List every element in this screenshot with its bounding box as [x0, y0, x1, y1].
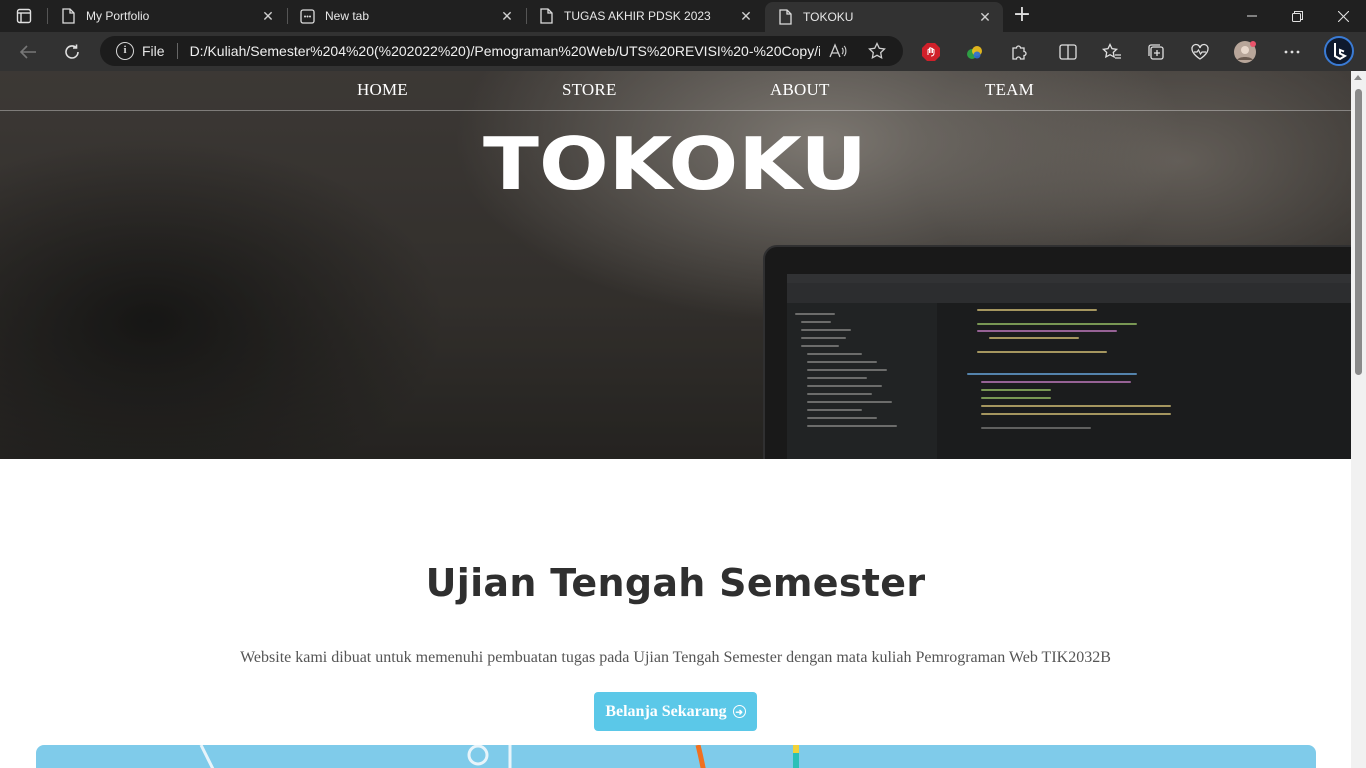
- tab-new-tab[interactable]: New tab ✕: [287, 0, 525, 32]
- tab-my-portfolio[interactable]: My Portfolio ✕: [48, 0, 286, 32]
- address-bar[interactable]: i File D:/Kuliah/Semester%204%20(%202022…: [100, 36, 903, 66]
- minimize-button[interactable]: [1229, 0, 1275, 32]
- page-description: Website kami dibuat untuk memenuhi pembu…: [240, 649, 1111, 666]
- close-tab-icon[interactable]: ✕: [499, 8, 515, 24]
- favorites-icon[interactable]: [1100, 40, 1124, 64]
- tab-tokoku[interactable]: TOKOKU ✕: [765, 2, 1003, 32]
- arrow-circle-right-icon: ➜: [732, 705, 746, 718]
- nav-team-link[interactable]: TEAM: [985, 80, 1034, 100]
- close-tab-icon[interactable]: ✕: [260, 8, 276, 24]
- shop-now-button[interactable]: Belanja Sekarang ➜: [594, 692, 757, 731]
- refresh-icon: [65, 44, 79, 59]
- back-arrow-icon: [19, 45, 36, 59]
- hero-banner: HOME STORE ABOUT TEAM TOKOKU: [0, 71, 1351, 459]
- page-scrollbar[interactable]: [1351, 71, 1366, 768]
- refresh-button[interactable]: [57, 37, 87, 67]
- tab-title: My Portfolio: [86, 9, 150, 23]
- tab-actions-button[interactable]: [8, 4, 40, 28]
- more-menu-icon[interactable]: [1280, 40, 1304, 64]
- read-aloud-icon[interactable]: [829, 42, 847, 60]
- extensions-puzzle-icon[interactable]: [1007, 40, 1031, 64]
- url-text[interactable]: D:/Kuliah/Semester%204%20(%202022%20)/Pe…: [190, 43, 820, 59]
- tokoku-logo: TOKOKU: [483, 123, 867, 203]
- tab-title: New tab: [325, 9, 370, 23]
- tab-actions-icon: [16, 8, 32, 24]
- tab-title: TUGAS AKHIR PDSK 2023: [564, 9, 711, 23]
- featured-image-strip: [36, 745, 1316, 768]
- address-divider: [176, 43, 178, 59]
- page-viewport: HOME STORE ABOUT TEAM TOKOKU Ujian Tenga…: [0, 71, 1351, 768]
- nav-store-link[interactable]: STORE: [562, 80, 617, 100]
- close-icon: [1337, 10, 1349, 22]
- nav-about-link[interactable]: ABOUT: [770, 80, 830, 100]
- illustration-image: [199, 745, 799, 768]
- new-tab-button[interactable]: +: [1010, 4, 1034, 28]
- page-headline: Ujian Tengah Semester: [425, 561, 926, 605]
- profile-avatar[interactable]: [1233, 40, 1257, 64]
- close-tab-icon[interactable]: ✕: [738, 8, 754, 24]
- browser-tab-bar: My Portfolio ✕ New tab ✕ TUGAS AKHIR PDS…: [0, 0, 1366, 32]
- site-navbar: HOME STORE ABOUT TEAM: [0, 71, 1351, 111]
- nav-home-link[interactable]: HOME: [357, 80, 408, 100]
- shop-now-label: Belanja Sekarang: [605, 702, 727, 720]
- browser-toolbar: i File D:/Kuliah/Semester%204%20(%202022…: [0, 32, 1366, 71]
- favorite-star-icon[interactable]: [868, 42, 886, 60]
- new-tab-page-icon: [299, 8, 315, 24]
- svg-text:TOKOKU: TOKOKU: [483, 123, 867, 203]
- collections-icon[interactable]: [1144, 40, 1168, 64]
- close-tab-icon[interactable]: ✕: [977, 9, 993, 25]
- page-icon: [60, 8, 76, 24]
- color-extension-icon[interactable]: [963, 40, 987, 64]
- tab-title: TOKOKU: [803, 10, 854, 24]
- site-info-icon[interactable]: i: [116, 42, 134, 60]
- close-window-button[interactable]: [1320, 0, 1366, 32]
- page-icon: [538, 8, 554, 24]
- minimize-icon: [1247, 15, 1257, 17]
- adblock-extension-icon[interactable]: [919, 40, 943, 64]
- restore-button[interactable]: [1274, 0, 1320, 32]
- tab-tugas-akhir[interactable]: TUGAS AKHIR PDSK 2023 ✕: [526, 0, 764, 32]
- browser-essentials-icon[interactable]: [1188, 40, 1212, 64]
- scheme-label: File: [142, 43, 165, 59]
- restore-icon: [1291, 10, 1303, 22]
- back-button[interactable]: [13, 37, 43, 67]
- scroll-up-arrow-icon[interactable]: [1354, 75, 1362, 80]
- page-icon: [777, 9, 793, 25]
- bing-copilot-icon[interactable]: [1324, 36, 1354, 66]
- split-screen-icon[interactable]: [1056, 40, 1080, 64]
- scrollbar-thumb[interactable]: [1355, 89, 1362, 375]
